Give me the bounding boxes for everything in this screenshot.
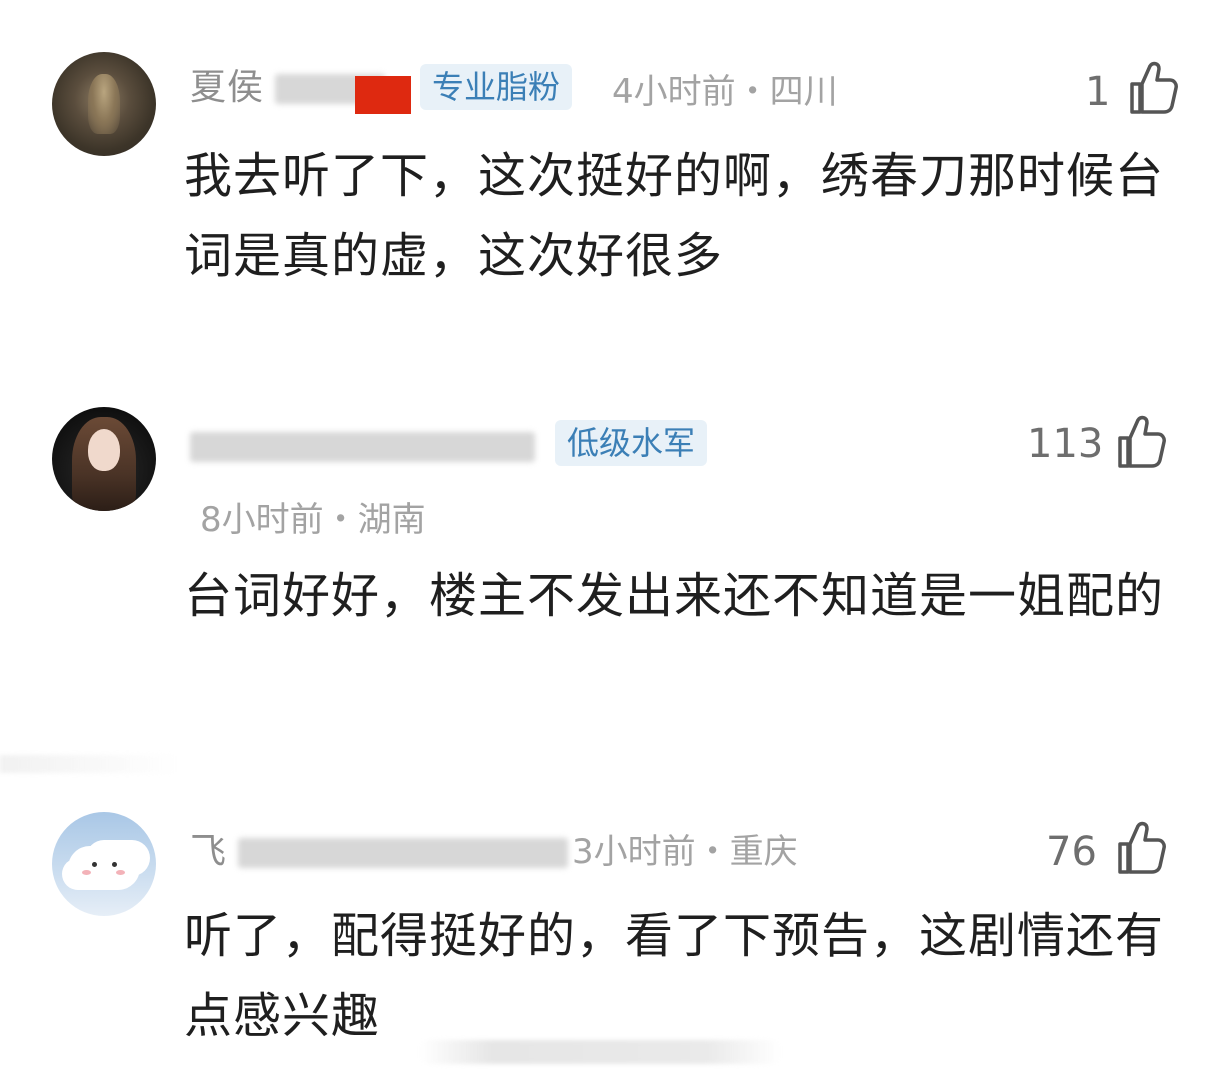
avatar-eye [92,862,97,867]
avatar-cloud [68,846,140,890]
like-count: 76 [1046,829,1097,875]
username-row: 飞 [190,830,569,874]
comment-item: 飞 3小时前・重庆 76 听了，配得挺好的，看了下预告，这剧情还有点感兴趣 [0,0,1223,1080]
watermark [420,1040,780,1064]
avatar-cheek [82,870,91,875]
avatar[interactable] [52,812,156,916]
avatar-eye [112,862,117,867]
avatar-cheek [116,870,125,875]
timestamp-location: 3小时前・重庆 [572,832,798,872]
thumbs-up-icon[interactable] [1114,820,1166,876]
username[interactable]: 飞 [190,831,227,872]
username-redacted [238,838,569,868]
comment-text: 听了，配得挺好的，看了下预告，这剧情还有点感兴趣 [184,908,1165,1044]
